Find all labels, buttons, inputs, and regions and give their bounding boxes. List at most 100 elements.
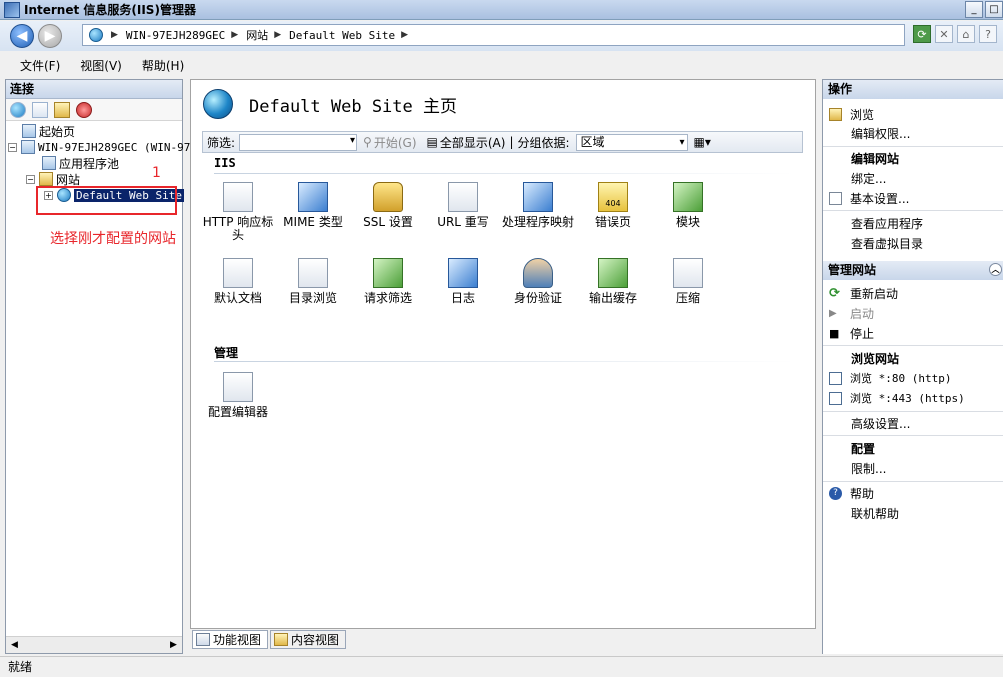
- back-button[interactable]: ◀: [10, 24, 34, 48]
- feature-logging[interactable]: 日志: [426, 258, 500, 305]
- help-circle-icon: ?: [829, 487, 842, 500]
- collapse-icon[interactable]: −: [26, 174, 35, 184]
- collapse-icon[interactable]: ︿: [989, 263, 1002, 276]
- default-document-icon: [223, 258, 253, 288]
- feature-mime-types[interactable]: MIME 类型: [276, 182, 350, 229]
- refresh-icon[interactable]: ⟳: [913, 25, 931, 43]
- compression-icon: [673, 258, 703, 288]
- feature-http-response-headers[interactable]: HTTP 响应标头: [201, 182, 275, 242]
- forward-button[interactable]: ▶: [38, 24, 62, 48]
- connect-icon[interactable]: [10, 101, 26, 118]
- action-view-virtual-directories[interactable]: 查看虚拟目录: [823, 235, 923, 252]
- breadcrumb-sites[interactable]: 网站: [246, 27, 268, 43]
- show-all-button[interactable]: 全部显示(A): [440, 134, 506, 151]
- server-icon: [21, 140, 35, 154]
- tab-content-view[interactable]: 内容视图: [270, 630, 347, 649]
- home-icon[interactable]: ⌂: [957, 25, 975, 43]
- globe-icon: [203, 89, 233, 119]
- tree-app-pools[interactable]: 应用程序池: [42, 155, 119, 171]
- annotation-box-1: [36, 186, 177, 215]
- action-edit-permissions[interactable]: 编辑权限...: [823, 125, 910, 142]
- feature-authentication[interactable]: 身份验证: [501, 258, 575, 305]
- action-browse[interactable]: 浏览: [829, 106, 874, 123]
- feature-label: 模块: [675, 215, 700, 229]
- collapse-icon[interactable]: −: [8, 142, 17, 152]
- browse-site-heading: 浏览网站: [851, 352, 900, 366]
- divider: [823, 481, 1003, 482]
- output-caching-icon: [598, 258, 628, 288]
- divider: [823, 146, 1003, 147]
- horizontal-scrollbar[interactable]: ◀ ▶: [6, 636, 182, 653]
- tree-start-page[interactable]: 起始页: [22, 123, 75, 139]
- action-view-applications[interactable]: 查看应用程序: [823, 215, 923, 232]
- chevron-right-icon: ▶: [401, 30, 408, 40]
- address-field[interactable]: ▶ WIN-97EJH289GEC ▶ 网站 ▶ Default Web Sit…: [82, 24, 905, 46]
- annotation-text-1: 选择刚才配置的网站: [50, 231, 176, 247]
- sites-folder-icon: [39, 172, 53, 186]
- minimize-button[interactable]: _: [965, 1, 983, 18]
- feature-default-document[interactable]: 默认文档: [201, 258, 275, 305]
- action-browse-80[interactable]: 浏览 *:80 (http): [829, 370, 951, 386]
- feature-handler-mappings[interactable]: 处理程序映射: [501, 182, 575, 229]
- action-help[interactable]: ? 帮助: [829, 485, 874, 502]
- feature-ssl-lock[interactable]: SSL 设置: [351, 182, 425, 229]
- action-browse-443[interactable]: 浏览 *:443 (https): [829, 390, 965, 406]
- menu-view[interactable]: 视图(V): [80, 57, 122, 74]
- save-icon[interactable]: [32, 101, 48, 118]
- scroll-right-icon[interactable]: ▶: [165, 637, 182, 654]
- action-advanced-settings[interactable]: 高级设置...: [823, 415, 910, 432]
- feature-label: 配置编辑器: [207, 405, 268, 419]
- view-mode-icon[interactable]: ▦▾: [694, 135, 711, 149]
- feature-directory-browsing[interactable]: 目录浏览: [276, 258, 350, 305]
- feature-output-caching[interactable]: 输出缓存: [576, 258, 650, 305]
- configure-heading: 配置: [851, 442, 876, 456]
- feature-error-pages[interactable]: 404 错误页: [576, 182, 650, 229]
- action-stop[interactable]: ■ 停止: [829, 325, 874, 342]
- feature-configuration-editor[interactable]: 配置编辑器: [201, 372, 275, 419]
- start-filter-button[interactable]: 开始(G): [374, 134, 417, 151]
- feature-label: 错误页: [594, 215, 631, 229]
- breadcrumb-default-site[interactable]: Default Web Site: [289, 29, 395, 42]
- feature-url-rewrite[interactable]: URL 重写: [426, 182, 500, 229]
- annotation-number-1: 1: [152, 165, 161, 181]
- tab-features-view[interactable]: 功能视图: [192, 630, 269, 649]
- action-online-help[interactable]: 联机帮助: [823, 505, 899, 522]
- feature-label: 输出缓存: [588, 291, 637, 305]
- divider: [823, 411, 1003, 412]
- menu-file[interactable]: 文件(F): [20, 57, 60, 74]
- breadcrumb-server[interactable]: WIN-97EJH289GEC: [126, 29, 225, 42]
- action-label: 浏览 *:80 (http): [850, 372, 952, 385]
- action-bindings[interactable]: 绑定...: [823, 170, 886, 187]
- stop-icon[interactable]: ✕: [935, 25, 953, 43]
- group-by-label: 分组依据:: [517, 135, 570, 150]
- filter-bar: 筛选: ⚲ 开始(G) ▤ 全部显示(A) | 分组依据: 区域 ▦▾: [202, 131, 803, 153]
- feature-compression[interactable]: 压缩: [651, 258, 725, 305]
- handler-mappings-icon: [523, 182, 553, 212]
- window-title: Internet 信息服务(IIS)管理器: [24, 3, 196, 17]
- globe-icon: [89, 28, 103, 42]
- maximize-button[interactable]: □: [985, 1, 1003, 18]
- help-icon[interactable]: ?: [979, 25, 997, 43]
- disconnect-icon[interactable]: [76, 101, 92, 118]
- feature-modules[interactable]: 模块: [651, 182, 725, 229]
- menu-help[interactable]: 帮助(H): [142, 57, 184, 74]
- url-rewrite-icon: [448, 182, 478, 212]
- tree-sites[interactable]: − 网站: [26, 171, 80, 187]
- tree-server[interactable]: − WIN-97EJH289GEC (WIN-97: [8, 139, 190, 155]
- manage-section-header: 管理: [214, 346, 239, 360]
- action-start[interactable]: ▶ 启动: [829, 305, 874, 322]
- action-basic-settings[interactable]: 基本设置...: [829, 190, 909, 207]
- scroll-left-icon[interactable]: ◀: [6, 637, 23, 654]
- group-by-select[interactable]: 区域: [575, 133, 688, 151]
- manage-site-label: 管理网站: [828, 263, 877, 277]
- status-bar: 就绪: [0, 656, 1003, 677]
- action-restart[interactable]: ⟳ 重新启动: [829, 285, 898, 302]
- filter-input[interactable]: [239, 133, 358, 151]
- action-limits[interactable]: 限制...: [823, 460, 886, 477]
- stop-square-icon: ■: [829, 327, 840, 340]
- start-page-icon: [22, 124, 36, 138]
- content-view-icon: [274, 633, 289, 646]
- title-bar: Internet 信息服务(IIS)管理器 _ □: [0, 0, 1003, 20]
- up-folder-icon[interactable]: [54, 101, 70, 118]
- feature-request-filtering[interactable]: 请求筛选: [351, 258, 425, 305]
